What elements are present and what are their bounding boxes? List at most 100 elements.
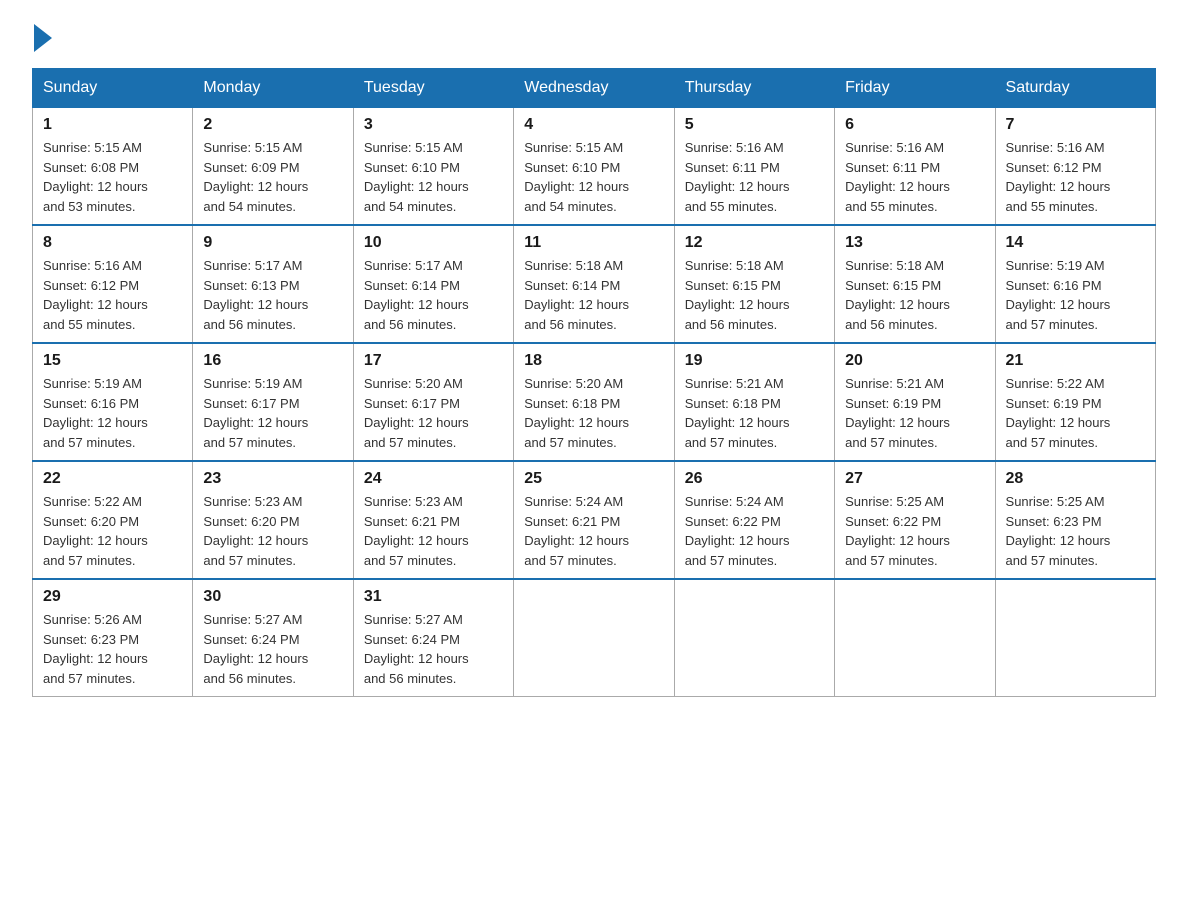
day-number: 24 [364,470,503,488]
day-of-week-header: Tuesday [353,69,513,108]
day-number: 15 [43,352,182,370]
day-number: 20 [845,352,984,370]
calendar-day-cell: 12 Sunrise: 5:18 AMSunset: 6:15 PMDaylig… [674,225,834,343]
calendar-day-cell: 13 Sunrise: 5:18 AMSunset: 6:15 PMDaylig… [835,225,995,343]
day-info: Sunrise: 5:21 AMSunset: 6:19 PMDaylight:… [845,376,950,450]
day-info: Sunrise: 5:25 AMSunset: 6:23 PMDaylight:… [1006,494,1111,568]
day-of-week-header: Saturday [995,69,1155,108]
day-info: Sunrise: 5:21 AMSunset: 6:18 PMDaylight:… [685,376,790,450]
day-info: Sunrise: 5:15 AMSunset: 6:09 PMDaylight:… [203,140,308,214]
calendar-week-row: 1 Sunrise: 5:15 AMSunset: 6:08 PMDayligh… [33,108,1156,226]
day-number: 22 [43,470,182,488]
day-number: 31 [364,588,503,606]
day-of-week-header: Monday [193,69,353,108]
day-info: Sunrise: 5:22 AMSunset: 6:20 PMDaylight:… [43,494,148,568]
calendar-day-cell: 25 Sunrise: 5:24 AMSunset: 6:21 PMDaylig… [514,461,674,579]
logo [32,24,54,52]
day-number: 29 [43,588,182,606]
day-number: 4 [524,116,663,134]
day-info: Sunrise: 5:18 AMSunset: 6:15 PMDaylight:… [845,258,950,332]
day-info: Sunrise: 5:18 AMSunset: 6:14 PMDaylight:… [524,258,629,332]
calendar-day-cell: 10 Sunrise: 5:17 AMSunset: 6:14 PMDaylig… [353,225,513,343]
day-number: 17 [364,352,503,370]
calendar-day-cell: 2 Sunrise: 5:15 AMSunset: 6:09 PMDayligh… [193,108,353,226]
calendar-day-cell [674,579,834,697]
day-of-week-header: Friday [835,69,995,108]
day-info: Sunrise: 5:24 AMSunset: 6:22 PMDaylight:… [685,494,790,568]
calendar-day-cell: 19 Sunrise: 5:21 AMSunset: 6:18 PMDaylig… [674,343,834,461]
calendar-day-cell: 20 Sunrise: 5:21 AMSunset: 6:19 PMDaylig… [835,343,995,461]
calendar-day-cell: 22 Sunrise: 5:22 AMSunset: 6:20 PMDaylig… [33,461,193,579]
day-number: 9 [203,234,342,252]
calendar-week-row: 8 Sunrise: 5:16 AMSunset: 6:12 PMDayligh… [33,225,1156,343]
day-info: Sunrise: 5:20 AMSunset: 6:18 PMDaylight:… [524,376,629,450]
calendar-day-cell: 5 Sunrise: 5:16 AMSunset: 6:11 PMDayligh… [674,108,834,226]
day-number: 8 [43,234,182,252]
day-info: Sunrise: 5:27 AMSunset: 6:24 PMDaylight:… [364,612,469,686]
day-number: 21 [1006,352,1145,370]
calendar-day-cell: 24 Sunrise: 5:23 AMSunset: 6:21 PMDaylig… [353,461,513,579]
day-number: 2 [203,116,342,134]
calendar-day-cell: 26 Sunrise: 5:24 AMSunset: 6:22 PMDaylig… [674,461,834,579]
calendar-day-cell: 28 Sunrise: 5:25 AMSunset: 6:23 PMDaylig… [995,461,1155,579]
calendar-day-cell: 7 Sunrise: 5:16 AMSunset: 6:12 PMDayligh… [995,108,1155,226]
calendar-day-cell [995,579,1155,697]
day-number: 27 [845,470,984,488]
logo-arrow-icon [34,24,52,52]
calendar-day-cell: 30 Sunrise: 5:27 AMSunset: 6:24 PMDaylig… [193,579,353,697]
calendar-day-cell: 23 Sunrise: 5:23 AMSunset: 6:20 PMDaylig… [193,461,353,579]
calendar-day-cell: 29 Sunrise: 5:26 AMSunset: 6:23 PMDaylig… [33,579,193,697]
day-info: Sunrise: 5:26 AMSunset: 6:23 PMDaylight:… [43,612,148,686]
day-number: 19 [685,352,824,370]
calendar-day-cell: 27 Sunrise: 5:25 AMSunset: 6:22 PMDaylig… [835,461,995,579]
day-number: 30 [203,588,342,606]
day-number: 25 [524,470,663,488]
day-info: Sunrise: 5:16 AMSunset: 6:12 PMDaylight:… [1006,140,1111,214]
day-of-week-header: Sunday [33,69,193,108]
day-number: 7 [1006,116,1145,134]
calendar-day-cell: 8 Sunrise: 5:16 AMSunset: 6:12 PMDayligh… [33,225,193,343]
day-info: Sunrise: 5:16 AMSunset: 6:12 PMDaylight:… [43,258,148,332]
calendar-week-row: 22 Sunrise: 5:22 AMSunset: 6:20 PMDaylig… [33,461,1156,579]
day-number: 11 [524,234,663,252]
day-number: 18 [524,352,663,370]
calendar-day-cell: 31 Sunrise: 5:27 AMSunset: 6:24 PMDaylig… [353,579,513,697]
calendar-day-cell: 6 Sunrise: 5:16 AMSunset: 6:11 PMDayligh… [835,108,995,226]
calendar-day-cell: 15 Sunrise: 5:19 AMSunset: 6:16 PMDaylig… [33,343,193,461]
day-number: 6 [845,116,984,134]
day-info: Sunrise: 5:19 AMSunset: 6:16 PMDaylight:… [1006,258,1111,332]
day-number: 10 [364,234,503,252]
day-number: 14 [1006,234,1145,252]
day-info: Sunrise: 5:22 AMSunset: 6:19 PMDaylight:… [1006,376,1111,450]
day-info: Sunrise: 5:20 AMSunset: 6:17 PMDaylight:… [364,376,469,450]
day-number: 26 [685,470,824,488]
calendar-day-cell: 21 Sunrise: 5:22 AMSunset: 6:19 PMDaylig… [995,343,1155,461]
day-info: Sunrise: 5:16 AMSunset: 6:11 PMDaylight:… [845,140,950,214]
day-info: Sunrise: 5:15 AMSunset: 6:10 PMDaylight:… [524,140,629,214]
page-header [32,24,1156,52]
day-number: 16 [203,352,342,370]
calendar-day-cell: 17 Sunrise: 5:20 AMSunset: 6:17 PMDaylig… [353,343,513,461]
day-info: Sunrise: 5:17 AMSunset: 6:14 PMDaylight:… [364,258,469,332]
calendar-header-row: SundayMondayTuesdayWednesdayThursdayFrid… [33,69,1156,108]
calendar-day-cell: 3 Sunrise: 5:15 AMSunset: 6:10 PMDayligh… [353,108,513,226]
day-number: 3 [364,116,503,134]
calendar-day-cell: 1 Sunrise: 5:15 AMSunset: 6:08 PMDayligh… [33,108,193,226]
day-number: 13 [845,234,984,252]
day-of-week-header: Thursday [674,69,834,108]
day-info: Sunrise: 5:25 AMSunset: 6:22 PMDaylight:… [845,494,950,568]
calendar-day-cell [835,579,995,697]
day-info: Sunrise: 5:24 AMSunset: 6:21 PMDaylight:… [524,494,629,568]
day-info: Sunrise: 5:23 AMSunset: 6:21 PMDaylight:… [364,494,469,568]
day-info: Sunrise: 5:19 AMSunset: 6:17 PMDaylight:… [203,376,308,450]
day-info: Sunrise: 5:27 AMSunset: 6:24 PMDaylight:… [203,612,308,686]
calendar-table: SundayMondayTuesdayWednesdayThursdayFrid… [32,68,1156,697]
day-info: Sunrise: 5:15 AMSunset: 6:10 PMDaylight:… [364,140,469,214]
day-number: 1 [43,116,182,134]
day-info: Sunrise: 5:15 AMSunset: 6:08 PMDaylight:… [43,140,148,214]
calendar-week-row: 15 Sunrise: 5:19 AMSunset: 6:16 PMDaylig… [33,343,1156,461]
calendar-day-cell [514,579,674,697]
day-number: 23 [203,470,342,488]
calendar-week-row: 29 Sunrise: 5:26 AMSunset: 6:23 PMDaylig… [33,579,1156,697]
day-of-week-header: Wednesday [514,69,674,108]
